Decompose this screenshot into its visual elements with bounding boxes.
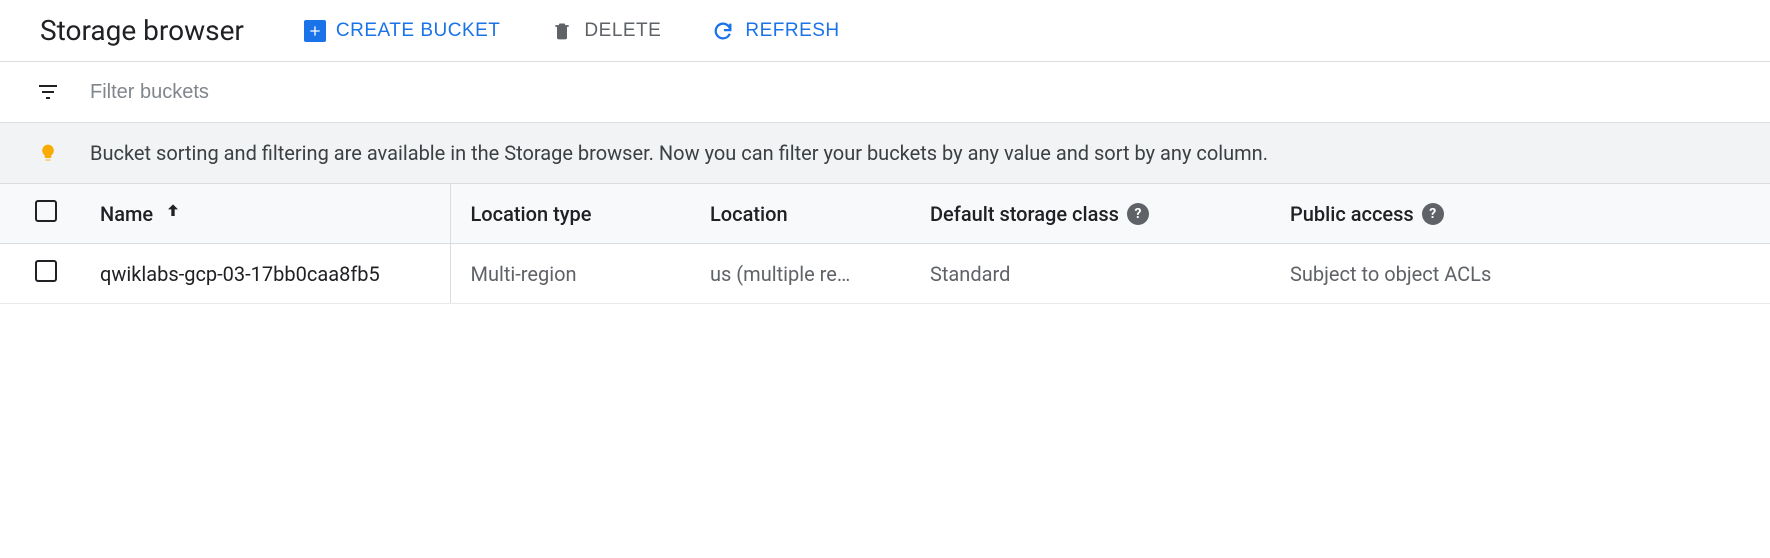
refresh-icon xyxy=(711,19,735,43)
create-bucket-label: CREATE BUCKET xyxy=(336,20,501,42)
col-location-type[interactable]: Location type xyxy=(450,184,690,244)
trash-icon xyxy=(550,19,574,43)
col-storage-class[interactable]: Default storage class ? xyxy=(910,184,1270,244)
cell-public-access: Subject to object ACLs xyxy=(1270,244,1770,304)
col-public-access[interactable]: Public access ? xyxy=(1270,184,1770,244)
page-title: Storage browser xyxy=(40,14,244,47)
help-icon[interactable]: ? xyxy=(1422,203,1444,225)
help-icon[interactable]: ? xyxy=(1127,203,1149,225)
filter-icon[interactable] xyxy=(36,80,60,104)
info-banner-text: Bucket sorting and filtering are availab… xyxy=(90,141,1268,165)
delete-label: DELETE xyxy=(584,20,661,42)
plus-icon xyxy=(304,20,326,42)
refresh-button[interactable]: REFRESH xyxy=(711,19,839,43)
bucket-table: Name Location type Location Default stor… xyxy=(0,184,1770,304)
action-bar: CREATE BUCKET DELETE REFRESH xyxy=(304,19,840,43)
cell-location: us (multiple re… xyxy=(690,244,910,304)
sort-asc-icon xyxy=(163,201,183,226)
row-checkbox[interactable] xyxy=(35,260,57,282)
filter-input[interactable] xyxy=(90,81,490,104)
page-header: Storage browser CREATE BUCKET DELETE REF… xyxy=(0,0,1770,62)
cell-name[interactable]: qwiklabs-gcp-03-17bb0caa8fb5 xyxy=(80,244,450,304)
cell-storage-class: Standard xyxy=(910,244,1270,304)
table-header-row: Name Location type Location Default stor… xyxy=(0,184,1770,244)
col-location[interactable]: Location xyxy=(690,184,910,244)
filter-row xyxy=(0,62,1770,122)
create-bucket-button[interactable]: CREATE BUCKET xyxy=(304,20,501,42)
delete-button[interactable]: DELETE xyxy=(550,19,661,43)
table-row[interactable]: qwiklabs-gcp-03-17bb0caa8fb5 Multi-regio… xyxy=(0,244,1770,304)
col-name[interactable]: Name xyxy=(80,184,450,244)
refresh-label: REFRESH xyxy=(745,20,839,42)
cell-location-type: Multi-region xyxy=(450,244,690,304)
info-banner: Bucket sorting and filtering are availab… xyxy=(0,122,1770,184)
select-all-checkbox[interactable] xyxy=(35,200,57,222)
lightbulb-icon xyxy=(36,141,60,165)
